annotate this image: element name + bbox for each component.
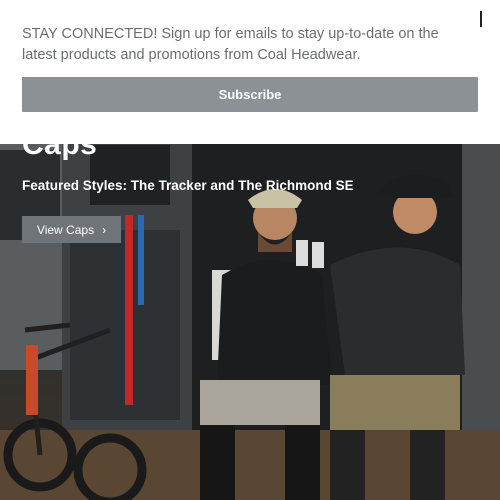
view-caps-label: View Caps (36, 222, 95, 237)
signup-message: STAY CONNECTED! Sign up for emails to st… (22, 26, 439, 63)
chevron-right-icon: › (102, 222, 107, 237)
view-caps-button[interactable]: View Caps › (22, 216, 121, 243)
hero-subtitle: Featured Styles: The Tracker and The Ric… (22, 178, 354, 193)
close-icon[interactable] (476, 11, 486, 29)
email-signup-banner: STAY CONNECTED! Sign up for emails to st… (0, 0, 500, 144)
subscribe-button[interactable]: Subscribe (22, 77, 478, 112)
